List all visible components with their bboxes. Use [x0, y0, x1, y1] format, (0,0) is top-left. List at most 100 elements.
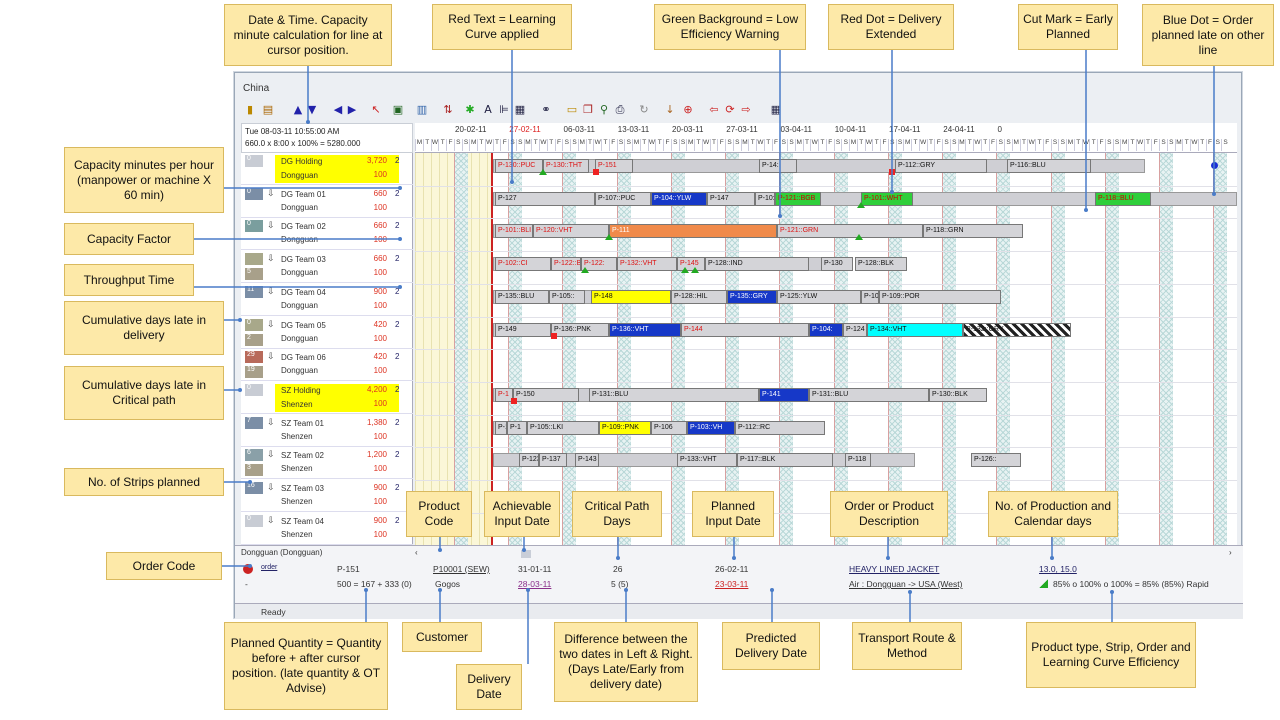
order-bar[interactable]: P-111 — [609, 224, 777, 239]
order-tab[interactable]: order — [261, 564, 277, 571]
order-bar[interactable]: P-106 — [651, 420, 687, 435]
sort-icon[interactable]: ⇅ — [441, 103, 455, 117]
order-bar[interactable]: P-10: — [755, 191, 775, 206]
order-bar[interactable]: P-116::BLU — [1007, 159, 1091, 173]
expand-arrow-icon[interactable]: ⇩ — [267, 417, 275, 428]
line-row[interactable]: 5 ⇩ DG Team 03 Dongguan 660 100 2 — [241, 251, 413, 284]
order-bar[interactable]: P-112::RC — [735, 420, 825, 435]
expand-arrow-icon[interactable]: ⇩ — [267, 449, 275, 460]
order-bar[interactable]: P-118::BLU — [1095, 191, 1151, 206]
order-bar[interactable]: P-1 — [495, 420, 507, 435]
left-arrow-icon[interactable]: ◀ — [331, 103, 345, 117]
order-bar[interactable]: P-130 — [821, 257, 853, 272]
expand-arrow-icon[interactable]: ⇩ — [267, 319, 275, 330]
order-bar[interactable]: P-128::IND — [705, 257, 809, 272]
order-bar[interactable]: P-101::BLI — [495, 224, 533, 239]
line-row[interactable]: 0 2 ⇩ DG Team 05 Dongguan 420 100 2 — [241, 317, 413, 349]
order-bar[interactable]: P-102::CI — [495, 257, 551, 272]
order-bar[interactable]: P-144 — [681, 322, 809, 337]
expand-arrow-icon[interactable]: ⇩ — [267, 515, 275, 526]
order-bar[interactable]: P-101::WHT — [861, 191, 913, 206]
monitor-icon[interactable]: ▣ — [391, 103, 405, 117]
search-icon[interactable]: ⚲ — [597, 103, 611, 117]
binoculars-icon[interactable]: ⚭ — [539, 103, 553, 117]
person-icon[interactable]: ✱ — [463, 103, 477, 117]
line-row[interactable]: 0 ⇩ SZ Team 04 Shenzen 900 100 2 — [241, 513, 413, 545]
gantt-chart[interactable]: 20-02-11 27-02-11 06-03-11 13-03-11 20-03-11… — [415, 123, 1237, 545]
order-bar[interactable]: P-122::BLU — [551, 257, 581, 272]
line-row[interactable]: 7 ⇩ SZ Team 01 Shenzen 1,380 100 2 — [241, 415, 413, 447]
order-bar[interactable]: P-147 — [707, 191, 755, 206]
text-icon[interactable]: A — [481, 103, 495, 117]
order-bar[interactable]: P-126:: — [971, 453, 1021, 468]
line-row[interactable]: 11 ⇩ DG Team 04 Dongguan 900 100 2 — [241, 284, 413, 316]
order-bar[interactable]: P-143 — [575, 453, 599, 468]
order-bar[interactable]: P-1 — [507, 420, 527, 435]
expand-arrow-icon[interactable]: ⇩ — [267, 351, 275, 362]
order-bar[interactable]: P-125::YLW — [777, 289, 861, 304]
order-bar[interactable]: P-14: — [759, 159, 797, 173]
chart-icon[interactable]: ▥ — [415, 103, 429, 117]
order-bar[interactable]: P-118::GRN — [923, 224, 1023, 239]
order-bar[interactable]: P-10 — [861, 289, 879, 304]
order-bar[interactable]: P-109::POR — [879, 289, 1001, 304]
refresh-icon[interactable]: ↻ — [637, 103, 651, 117]
order-bar[interactable]: P-104: — [809, 322, 843, 337]
order-bar[interactable]: P-123 — [519, 453, 539, 468]
print-icon[interactable]: ⎙ — [613, 103, 627, 117]
order-bar[interactable]: P-128::HIL — [671, 289, 727, 304]
order-bar[interactable]: P-118 — [845, 453, 871, 468]
order-bar[interactable]: P-136::VHT — [609, 322, 681, 337]
order-bar[interactable]: P-121::GRN — [777, 224, 923, 239]
delivery-date[interactable]: 28-03-11 — [518, 579, 551, 589]
order-bar[interactable]: P-150 — [513, 387, 579, 402]
order-bar[interactable]: P-135::BLU — [495, 289, 549, 304]
order-bar[interactable]: P-103::VH — [687, 420, 735, 435]
down-arrow-icon[interactable]: ▼ — [305, 103, 319, 117]
order-bar[interactable]: P-121::BGB — [775, 191, 821, 206]
exit-icon[interactable]: ▮ — [243, 103, 257, 117]
back-icon[interactable]: ⇦ — [707, 103, 721, 117]
product-code[interactable]: P10001 (SEW) — [433, 564, 490, 574]
line-row[interactable]: 0 ⇩ DG Team 01 Dongguan 660 100 2 — [241, 186, 413, 218]
order-bar[interactable]: P-149 — [495, 322, 551, 337]
tag-icon[interactable]: ⊕ — [681, 103, 695, 117]
expand-arrow-icon[interactable]: ⇩ — [267, 286, 275, 297]
order-bar[interactable]: P-104::YLW — [651, 191, 707, 206]
order-bar[interactable]: P-107::PUC — [595, 191, 651, 206]
pin-icon[interactable]: ↓ — [663, 103, 677, 117]
order-bar[interactable]: P-117::BLK — [737, 453, 833, 468]
order-bar[interactable]: P-130::BLK — [929, 387, 987, 402]
footer-tab[interactable]: Dongguan (Dongguan) — [241, 548, 322, 557]
order-bar[interactable]: P-151 — [595, 159, 633, 173]
right-arrow-icon[interactable]: ▶ — [345, 103, 359, 117]
folder-icon[interactable]: ▭ — [565, 103, 579, 117]
scroll-thumb[interactable] — [521, 550, 531, 558]
order-bar[interactable]: P-148 — [591, 289, 671, 304]
line-row[interactable]: 6 3 ⇩ SZ Team 02 Shenzen 1,200 100 2 — [241, 447, 413, 480]
expand-arrow-icon[interactable]: ⇩ — [267, 188, 275, 199]
production-days[interactable]: 13.0, 15.0 — [1039, 564, 1077, 574]
columns-icon[interactable]: ▦ — [513, 103, 527, 117]
line-row[interactable]: 0 DG Holding Dongguan 3,720 100 2 — [241, 153, 413, 185]
order-bar[interactable]: P-120::VHT — [533, 224, 609, 239]
order-bar[interactable]: P-133::VHT — [677, 453, 737, 468]
order-bar[interactable]: P-131::BLU — [809, 387, 929, 402]
transport-route[interactable]: Air : Dongguan -> USA (West) — [849, 579, 962, 589]
order-bar[interactable]: P-135::GRY — [727, 289, 777, 304]
order-bar[interactable]: P-141 — [759, 387, 809, 402]
order-bar[interactable]: P-130::THT — [543, 159, 589, 173]
order-bar[interactable]: P-124 — [843, 322, 867, 337]
cursor-icon[interactable]: ↖ — [369, 103, 383, 117]
predicted-delivery-date[interactable]: 23-03-11 — [715, 579, 748, 589]
line-row[interactable]: 0 ⇩ DG Team 02 Dongguan 660 100 2 — [241, 218, 413, 251]
order-bar[interactable]: P-131::BLU — [589, 387, 759, 402]
scroll-right-icon[interactable]: › — [1229, 548, 1232, 557]
order-bar[interactable]: P-134::VHT — [867, 322, 963, 337]
gantt-grid[interactable]: P-130::PUC P-130::THT P-151 P-14: P-112::GRY… — [415, 153, 1237, 545]
scroll-left-icon[interactable]: ‹ — [415, 548, 418, 557]
copy-icon[interactable]: ❐ — [581, 103, 595, 117]
align-icon[interactable]: ⊫ — [497, 103, 511, 117]
order-bar[interactable]: P-132::VHT — [617, 257, 677, 272]
product-description[interactable]: HEAVY LINED JACKET — [849, 564, 939, 574]
